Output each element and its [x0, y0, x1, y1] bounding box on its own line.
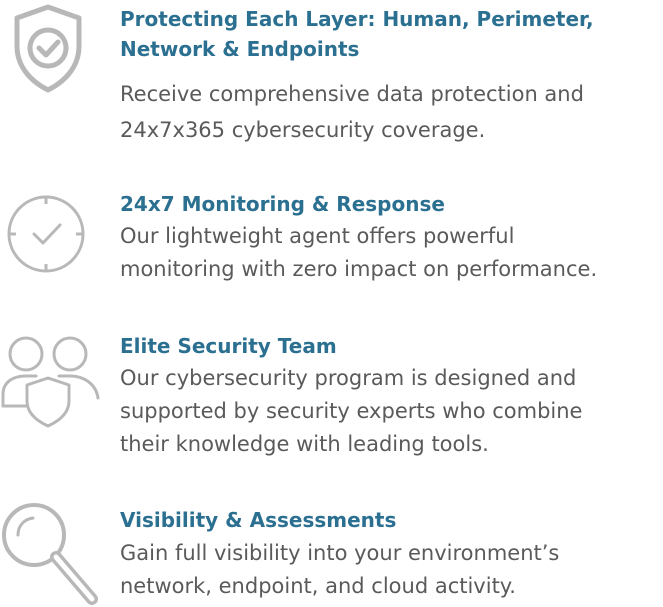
- magnifier-icon: [0, 497, 100, 605]
- feature-description-line: supported by security experts who combin…: [120, 399, 583, 423]
- feature-description: Gain full visibility into your environme…: [120, 537, 559, 603]
- feature-elite-security-team: Elite Security Team Our cybersecurity pr…: [0, 310, 663, 475]
- team-shield-icon: [0, 328, 100, 428]
- feature-title: Visibility & Assessments: [120, 505, 396, 535]
- feature-title-line: Protecting Each Layer: Human, Perimeter,: [120, 7, 594, 31]
- feature-description-line: network, endpoint, and cloud activity.: [120, 574, 516, 598]
- clock-check-icon: [0, 192, 100, 292]
- feature-description-line: Our cybersecurity program is designed an…: [120, 366, 577, 390]
- feature-description-line: Gain full visibility into your environme…: [120, 541, 560, 565]
- feature-title-line: Elite Security Team: [120, 334, 337, 358]
- feature-visibility-assessments: Visibility & Assessments Gain full visib…: [0, 475, 663, 605]
- feature-description-line: their knowledge with leading tools.: [120, 432, 489, 456]
- feature-description-line: 24x7x365 cybersecurity coverage.: [120, 118, 486, 142]
- feature-title-line: 24x7 Monitoring & Response: [120, 192, 445, 216]
- feature-title: Elite Security Team: [120, 331, 337, 361]
- feature-title-line: Visibility & Assessments: [120, 508, 397, 532]
- feature-title-line: Network & Endpoints: [120, 37, 360, 61]
- feature-description-line: monitoring with zero impact on performan…: [120, 257, 598, 281]
- feature-description-line: Our lightweight agent offers powerful: [120, 224, 515, 248]
- feature-description: Our lightweight agent offers powerful mo…: [120, 220, 597, 286]
- feature-title: Protecting Each Layer: Human, Perimeter,…: [120, 4, 594, 64]
- feature-description: Receive comprehensive data protection an…: [120, 76, 584, 148]
- feature-protecting-layers: Protecting Each Layer: Human, Perimeter,…: [0, 0, 663, 180]
- feature-title: 24x7 Monitoring & Response: [120, 189, 445, 219]
- feature-monitoring-response: 24x7 Monitoring & Response Our lightweig…: [0, 180, 663, 310]
- feature-description-line: Receive comprehensive data protection an…: [120, 82, 584, 106]
- feature-description: Our cybersecurity program is designed an…: [120, 362, 582, 461]
- shield-check-icon: [0, 4, 100, 104]
